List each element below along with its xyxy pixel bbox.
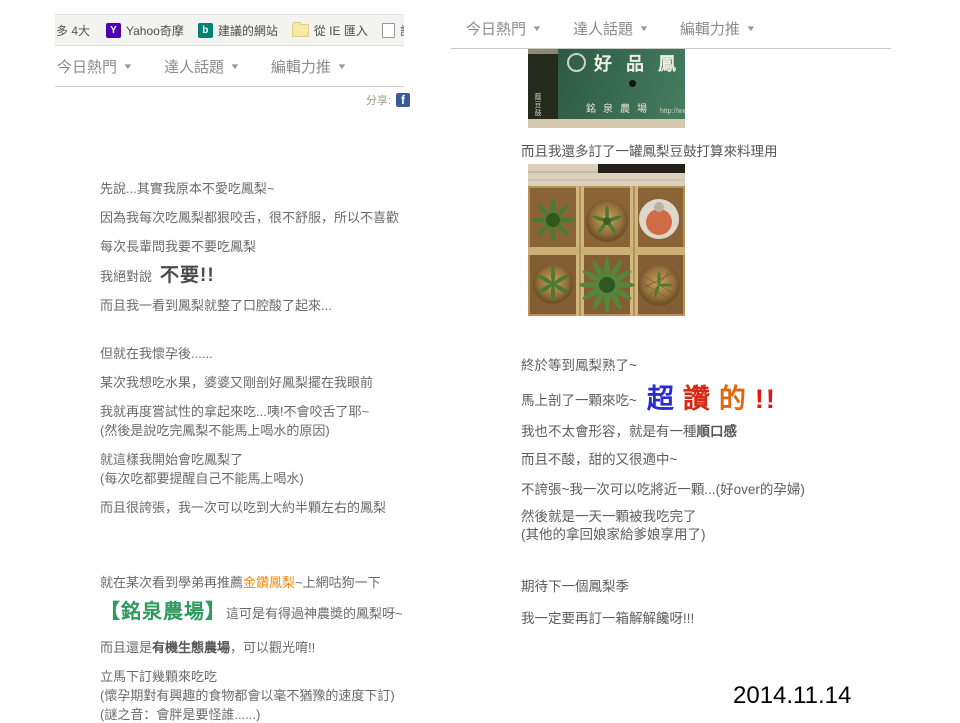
post-line: 而且還是有機生態農場，可以觀光唷!! [100,639,404,656]
slide-date: 2014.11.14 [733,682,851,710]
emphasis-super: 超 [647,384,683,414]
post-line: 就這樣我開始會吃鳳梨了 [100,451,404,468]
nav-item-editor-picks[interactable]: 編輯力推 ▼ [271,56,346,77]
site-nav: 今日熱門 ▼ 達人話題 ▼ 編輯力推 ▼ [466,18,755,39]
chevron-down-icon: ▼ [745,24,756,33]
photo-pineapples-in-box [528,164,685,316]
nav-item-hot-today[interactable]: 今日熱門 ▼ [466,18,541,39]
box-brand-text: 銘泉農場 [586,100,654,115]
chevron-down-icon: ▼ [638,24,649,33]
nav-label: 今日熱門 [57,56,117,77]
chevron-down-icon: ▼ [531,24,542,33]
post-line: 然後就是一天一顆被我吃完了 [521,508,697,526]
nav-label: 今日熱門 [466,18,526,39]
nav-label: 達人話題 [573,18,633,39]
share-row: 分享: f [55,87,404,113]
bookmark-ie-import-folder[interactable]: 從 IE 匯入 [292,22,368,39]
box-side-face: 蔭豆鼓 [528,54,558,119]
post-line: 立馬下訂幾顆來吃吃 [100,668,404,685]
table-edge [528,119,685,128]
post-line: 但就在我懷孕後...... [100,345,404,362]
box-title-text: 好品鳳 [594,50,685,76]
bookmark-plan[interactable]: 計劃收 [382,22,404,39]
post-line: (懷孕期對有興趣的食物都會以毫不猶豫的速度下訂) [100,687,404,704]
post-line: 期待下一個鳳梨季 [521,578,629,596]
post-line: (然後是說吃完鳳梨不能馬上喝水的原因) [100,422,404,439]
bookmark-yahoo[interactable]: Y Yahoo奇摩 [106,22,184,39]
emphasis-organic-farm: 有機生態農場 [152,640,230,655]
post-line: (其他的拿回娘家給爹娘享用了) [521,526,706,544]
nav-label: 達人話題 [164,56,224,77]
bookmark-label: Yahoo奇摩 [126,22,184,39]
post-line: 而且我一看到鳳梨就整了口腔酸了起來... [100,297,404,314]
post-line: 不誇張~我一次可以吃將近一顆...(好over的孕婦) [521,481,805,499]
bookmark-label: 計劃收 [400,22,404,39]
bookmark-label: 從 IE 匯入 [314,22,368,39]
post-line: 而且我還多訂了一罐鳳梨豆鼓打算來料理用 [521,140,778,160]
chevron-down-icon: ▼ [229,62,240,71]
jar-label-text: 蔭豆鼓 [532,93,542,117]
emphasis-de: 的 [719,384,755,414]
emphasis-no-way: 不要!! [160,265,215,286]
photo-pineapple-box-exterior: 蔭豆鼓 好品鳳 銘泉農場 http://www [528,49,685,128]
bookmarks-overflow-label[interactable]: 多 4大 [56,22,90,39]
bookmark-suggested-sites[interactable]: b 建議的網站 [198,22,278,39]
post-line: 我絕對說不要!! [100,267,404,285]
post-line: 【銘泉農場】這可是有得過神農獎的鳳梨呀~ [100,599,404,627]
yahoo-icon: Y [106,23,121,38]
emphasis-bang: !! [755,384,777,414]
chevron-down-icon: ▼ [336,62,347,71]
post-line: 先說...其實我原本不愛吃鳳梨~ [100,180,404,197]
emphasis-smooth-taste: 順口感 [697,424,738,439]
post-line: 而且很誇張，我一次可以吃到大約半顆左右的鳳梨 [100,499,404,516]
nav-item-expert-topics[interactable]: 達人話題 ▼ [573,18,648,39]
site-nav: 今日熱門 ▼ 達人話題 ▼ 編輯力推 ▼ [55,46,404,86]
box-front-face: 好品鳳 銘泉農場 http://www [558,49,685,119]
post-line: 我就再度嘗試性的拿起來吃...咦!不會咬舌了耶~ [100,403,404,420]
pineapple-box-illustration [528,164,685,316]
post-line: 我也不太會形容，就是有一種順口感 [521,423,737,441]
post-line: 馬上剖了一顆來吃~超讚的!! [521,390,777,410]
page-icon [382,23,395,38]
post-line: 就在某次看到學弟再推薦金鑽鳳梨~上網咕狗一下 [100,574,404,591]
post-line: (每次吃都要提醒自己不能馬上喝水) [100,470,404,487]
emphasis-praise: 讚 [683,384,719,414]
emphasis-golden-pineapple: 金鑽鳳梨 [243,575,295,590]
bing-icon: b [198,23,213,38]
post-line: 每次長輩問我要不要吃鳳梨 [100,238,404,255]
facebook-share-icon[interactable]: f [396,93,410,107]
chevron-down-icon: ▼ [122,62,133,71]
share-label: 分享: [366,92,391,108]
post-line: 某次我想吃水果，婆婆又剛剖好鳳梨擺在我眼前 [100,374,404,391]
box-url-text: http://www [660,108,685,115]
farm-logo-stamp-icon [567,53,586,72]
nav-item-hot-today[interactable]: 今日熱門 ▼ [57,56,132,77]
post-line: 終於等到鳳梨熟了~ [521,357,637,375]
post-line: 因為我每次吃鳳梨都狠咬舌，很不舒服，所以不喜歡 [100,209,404,226]
post-line: 而且不酸，甜的又很適中~ [521,451,677,469]
bookmarks-bar: 多 4大 Y Yahoo奇摩 b 建議的網站 從 IE 匯入 計劃收 [55,14,404,46]
box-hole [629,80,636,87]
left-browser-screenshot: 多 4大 Y Yahoo奇摩 b 建議的網站 從 IE 匯入 計劃收 今日熱門 … [55,14,404,723]
post-line: 我一定要再訂一箱解解饞呀!!! [521,610,694,628]
emphasis-farm-name: 【銘泉農場】 [100,601,226,623]
nav-item-expert-topics[interactable]: 達人話題 ▼ [164,56,239,77]
blog-post-text-left: 先說...其實我原本不愛吃鳳梨~ 因為我每次吃鳳梨都狠咬舌，很不舒服，所以不喜歡… [55,180,404,723]
post-line: (謎之音：會胖是要怪誰......) [100,706,404,723]
folder-icon [292,24,309,37]
nav-label: 編輯力推 [680,18,740,39]
bookmark-label: 建議的網站 [218,22,278,39]
nav-item-editor-picks[interactable]: 編輯力推 ▼ [680,18,755,39]
right-browser-screenshot: 今日熱門 ▼ 達人話題 ▼ 編輯力推 ▼ 蔭豆鼓 好品鳳 銘泉農場 http:/… [455,12,925,672]
nav-label: 編輯力推 [271,56,331,77]
